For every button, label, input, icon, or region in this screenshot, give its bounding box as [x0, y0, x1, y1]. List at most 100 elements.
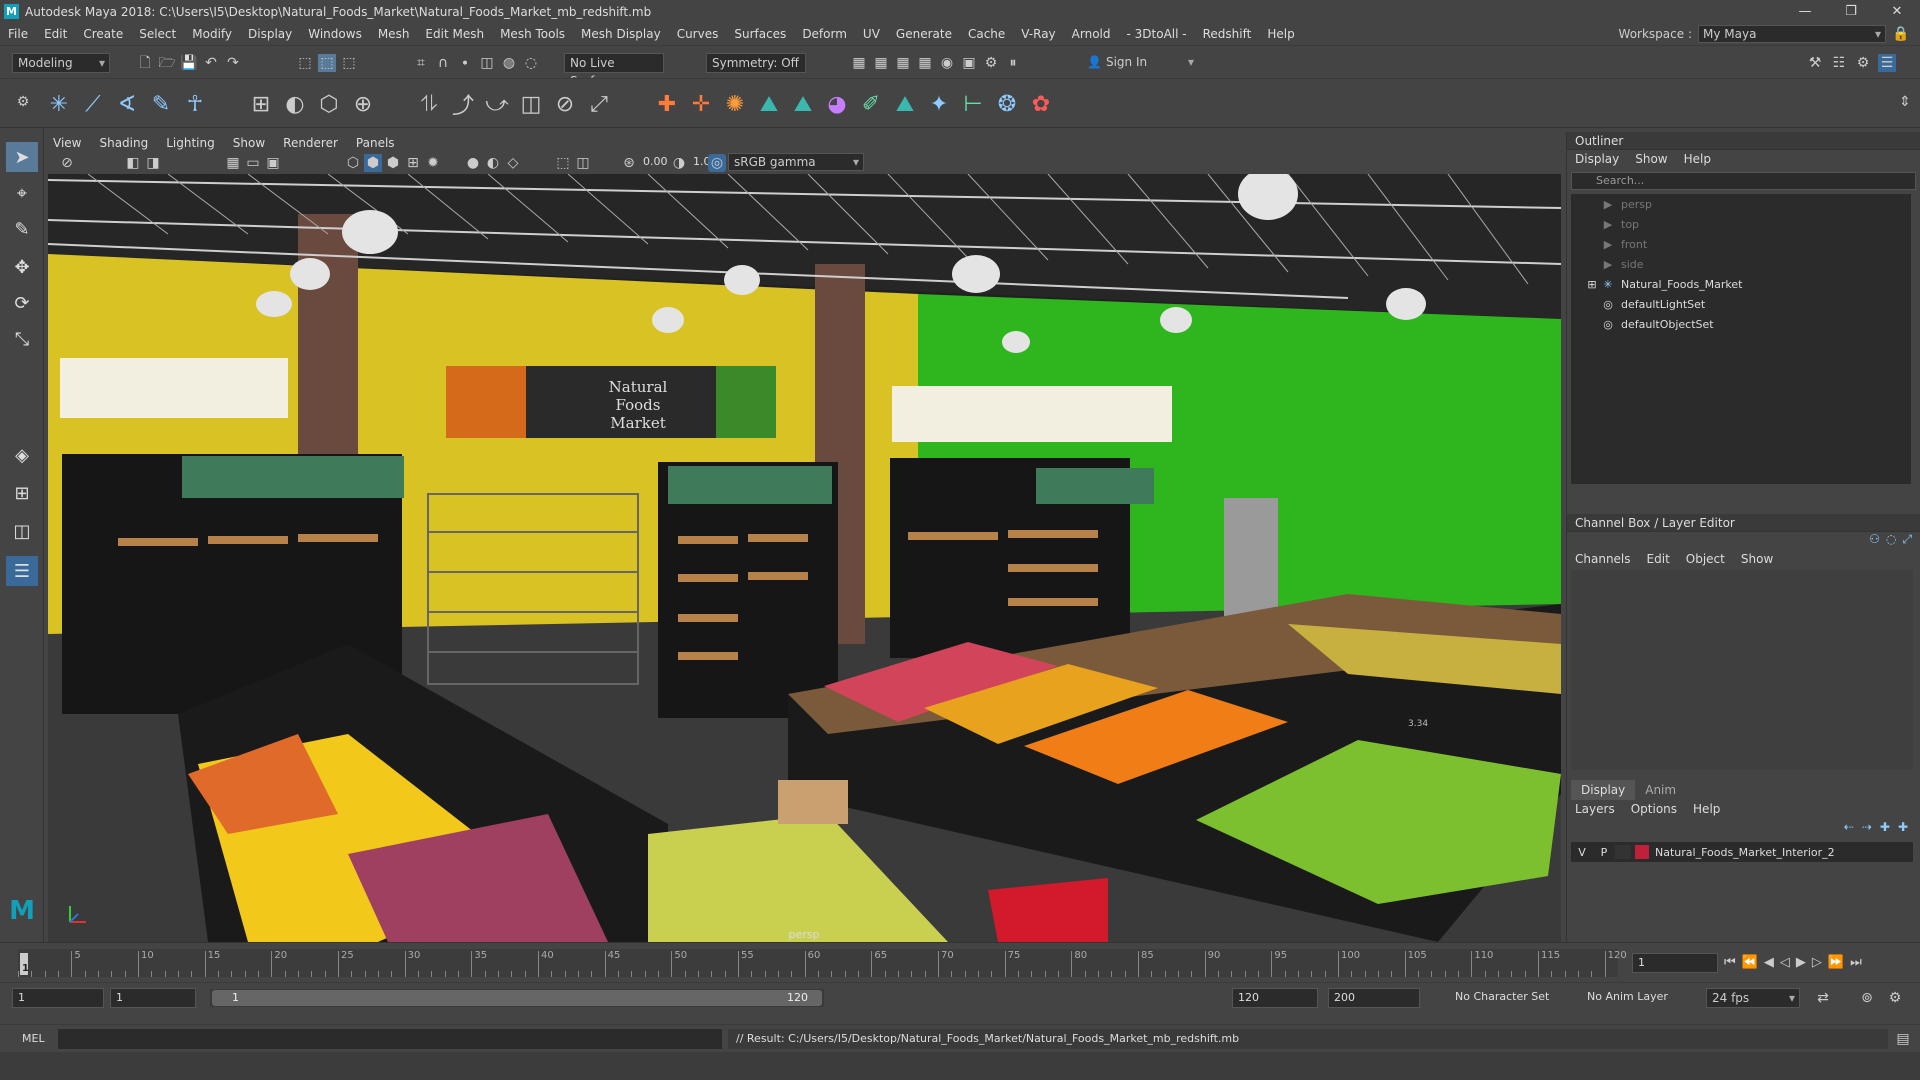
command-input[interactable]	[58, 1029, 722, 1049]
shelf-terrain-icon[interactable]: ⛰	[890, 89, 920, 119]
range-slider-track[interactable]: 1 120	[210, 989, 824, 1007]
go-to-end-icon[interactable]: ⏭	[1850, 955, 1862, 970]
move-layer-up-icon[interactable]: ⇠	[1844, 820, 1854, 834]
select-object-icon[interactable]: ⬚	[318, 54, 336, 72]
open-scene-icon[interactable]: 🗁	[158, 54, 176, 72]
resolution-gate-icon[interactable]: ▣	[264, 154, 282, 172]
shelf-soft-mod-icon[interactable]: ◫	[516, 89, 546, 119]
channel-box-tool-icon[interactable]: ⚇	[1869, 532, 1880, 550]
isolate-select-icon[interactable]: ⬚	[554, 154, 572, 172]
menu-uv[interactable]: UV	[855, 27, 888, 41]
menu-windows[interactable]: Windows	[300, 27, 370, 41]
view-transform-dropdown[interactable]: sRGB gamma	[728, 153, 864, 171]
save-scene-icon[interactable]: 💾	[180, 54, 198, 72]
viewport-menu-lighting[interactable]: Lighting	[157, 136, 224, 150]
viewport-menu-panels[interactable]: Panels	[347, 136, 404, 150]
single-pane-layout-icon[interactable]: ◈	[6, 440, 38, 470]
snap-surface-icon[interactable]: ◍	[500, 54, 518, 72]
smooth-shade-icon[interactable]: ⬢	[364, 154, 382, 172]
shelf-orient-constraint-icon[interactable]: ✺	[720, 89, 750, 119]
move-tool-icon[interactable]: ✥	[6, 252, 38, 282]
shelf-point-constraint-icon[interactable]: ✚	[652, 89, 682, 119]
antialiasing-icon[interactable]: ◇	[504, 154, 522, 172]
channel-box-tool-icon[interactable]: ◌	[1886, 532, 1896, 550]
menu-select[interactable]: Select	[131, 27, 184, 41]
sign-in-button[interactable]: 👤 Sign In	[1082, 53, 1198, 73]
snap-grid-icon[interactable]: ⌗	[412, 54, 430, 72]
shelf-wire-icon[interactable]: ⤻	[482, 89, 512, 119]
layer-color-swatch[interactable]	[1635, 845, 1649, 859]
undo-icon[interactable]: ↶	[202, 54, 220, 72]
step-forward-key-icon[interactable]: ⏩	[1828, 955, 1844, 970]
start-time-field[interactable]: 1	[12, 988, 104, 1008]
color-management-icon[interactable]: ◎	[708, 154, 726, 172]
shelf-aim-constraint-icon[interactable]: ✛	[686, 89, 716, 119]
minimize-button[interactable]: —	[1782, 0, 1828, 23]
layer-name[interactable]: Natural_Foods_Market_Interior_2	[1655, 846, 1835, 859]
outliner-search-input[interactable]: Search...	[1571, 172, 1916, 190]
rotate-tool-icon[interactable]: ⟳	[6, 288, 38, 318]
channel-box-menu-edit[interactable]: Edit	[1639, 552, 1678, 566]
go-to-start-icon[interactable]: ⏮	[1724, 955, 1736, 970]
character-set-field[interactable]: No Character Set	[1450, 988, 1564, 1008]
time-slider[interactable]: 1 5 10 15 20 25 30 35 40 45 50 55 60 65 70 75 80 85 90 95 1…	[0, 942, 1920, 982]
shelf-cluster-icon[interactable]: ⥮	[414, 89, 444, 119]
menu-set-dropdown[interactable]: Modeling	[12, 53, 110, 73]
play-forwards-icon[interactable]: ▶	[1796, 955, 1806, 970]
outliner-item-persp[interactable]: ▶ persp	[1571, 194, 1911, 214]
auto-key-icon[interactable]: ⊚	[1858, 989, 1876, 1007]
select-tool-icon[interactable]: ➤	[6, 142, 38, 172]
close-button[interactable]: ✕	[1874, 0, 1920, 23]
fps-dropdown[interactable]: 24 fps	[1706, 988, 1800, 1008]
snap-vertex-icon[interactable]: ◌	[522, 54, 540, 72]
new-scene-icon[interactable]: 🗋	[136, 54, 154, 72]
select-camera-icon[interactable]: ⊘	[58, 154, 76, 172]
step-forward-frame-icon[interactable]: ▷	[1812, 955, 1822, 970]
viewport-menu-shading[interactable]: Shading	[90, 136, 157, 150]
symmetry-dropdown[interactable]: Symmetry: Off	[706, 53, 806, 73]
viewport-menu-view[interactable]: View	[44, 136, 90, 150]
four-pane-layout-icon[interactable]: ⊞	[6, 478, 38, 508]
render-settings-icon[interactable]: ▦	[916, 54, 934, 72]
select-hierarchy-icon[interactable]: ⬚	[296, 54, 314, 72]
bookmarks-icon[interactable]: ◨	[144, 154, 162, 172]
redo-icon[interactable]: ↷	[224, 54, 242, 72]
snap-view-icon[interactable]: ◫	[478, 54, 496, 72]
layer-playback-toggle[interactable]: P	[1593, 846, 1615, 859]
shelf-paint-weights-icon[interactable]: ✎	[146, 89, 176, 119]
channel-box-menu-show[interactable]: Show	[1733, 552, 1781, 566]
textured-icon[interactable]: ⊞	[404, 154, 422, 172]
render-view-icon[interactable]: ▣	[960, 54, 978, 72]
step-back-key-icon[interactable]: ⏪	[1742, 955, 1758, 970]
new-layer-selected-icon[interactable]: ✚	[1898, 820, 1908, 834]
shelf-wrap-icon[interactable]: ⤢	[584, 89, 614, 119]
outliner-item-top[interactable]: ▶ top	[1571, 214, 1911, 234]
exposure-icon[interactable]: ⊛	[620, 154, 638, 172]
shelf-lattice-icon[interactable]: ⤴	[448, 89, 478, 119]
tool-settings-icon[interactable]: ⚙	[1854, 54, 1872, 72]
range-start-field[interactable]: 1	[110, 988, 196, 1008]
anim-prefs-icon[interactable]: ⚙	[1886, 989, 1904, 1007]
wireframe-on-shaded-icon[interactable]: ⬢	[384, 154, 402, 172]
render-sequence-icon[interactable]: ▦	[872, 54, 890, 72]
menu-display[interactable]: Display	[240, 27, 300, 41]
menu-3dtoall[interactable]: - 3DtoAll -	[1119, 27, 1195, 41]
live-surface-field[interactable]: No Live Surface	[564, 53, 664, 88]
channel-box-menu-object[interactable]: Object	[1678, 552, 1733, 566]
viewport-persp[interactable]: Natural Foods Market 3.34 persp	[48, 174, 1561, 942]
render-frame-icon[interactable]: ▦	[850, 54, 868, 72]
viewport-menu-show[interactable]: Show	[224, 136, 274, 150]
menu-modify[interactable]: Modify	[184, 27, 240, 41]
redshift-pause-icon[interactable]: ⏸	[1004, 54, 1022, 72]
menu-mesh[interactable]: Mesh	[370, 27, 418, 41]
time-ruler[interactable]: 1 5 10 15 20 25 30 35 40 45 50 55 60 65 70 75 80 85 90 95 1…	[18, 949, 1627, 977]
outliner-menu-help[interactable]: Help	[1676, 152, 1719, 166]
shelf-sculpt-icon[interactable]: ⊘	[550, 89, 580, 119]
end-time-field[interactable]: 200	[1328, 988, 1420, 1008]
outliner-layout-icon[interactable]: ☰	[6, 556, 38, 586]
wireframe-icon[interactable]: ⬡	[344, 154, 362, 172]
menu-file[interactable]: File	[0, 27, 36, 41]
layer-visibility-toggle[interactable]: V	[1571, 846, 1593, 859]
render-setup-icon[interactable]: ⚙	[982, 54, 1000, 72]
menu-mesh-tools[interactable]: Mesh Tools	[492, 27, 573, 41]
